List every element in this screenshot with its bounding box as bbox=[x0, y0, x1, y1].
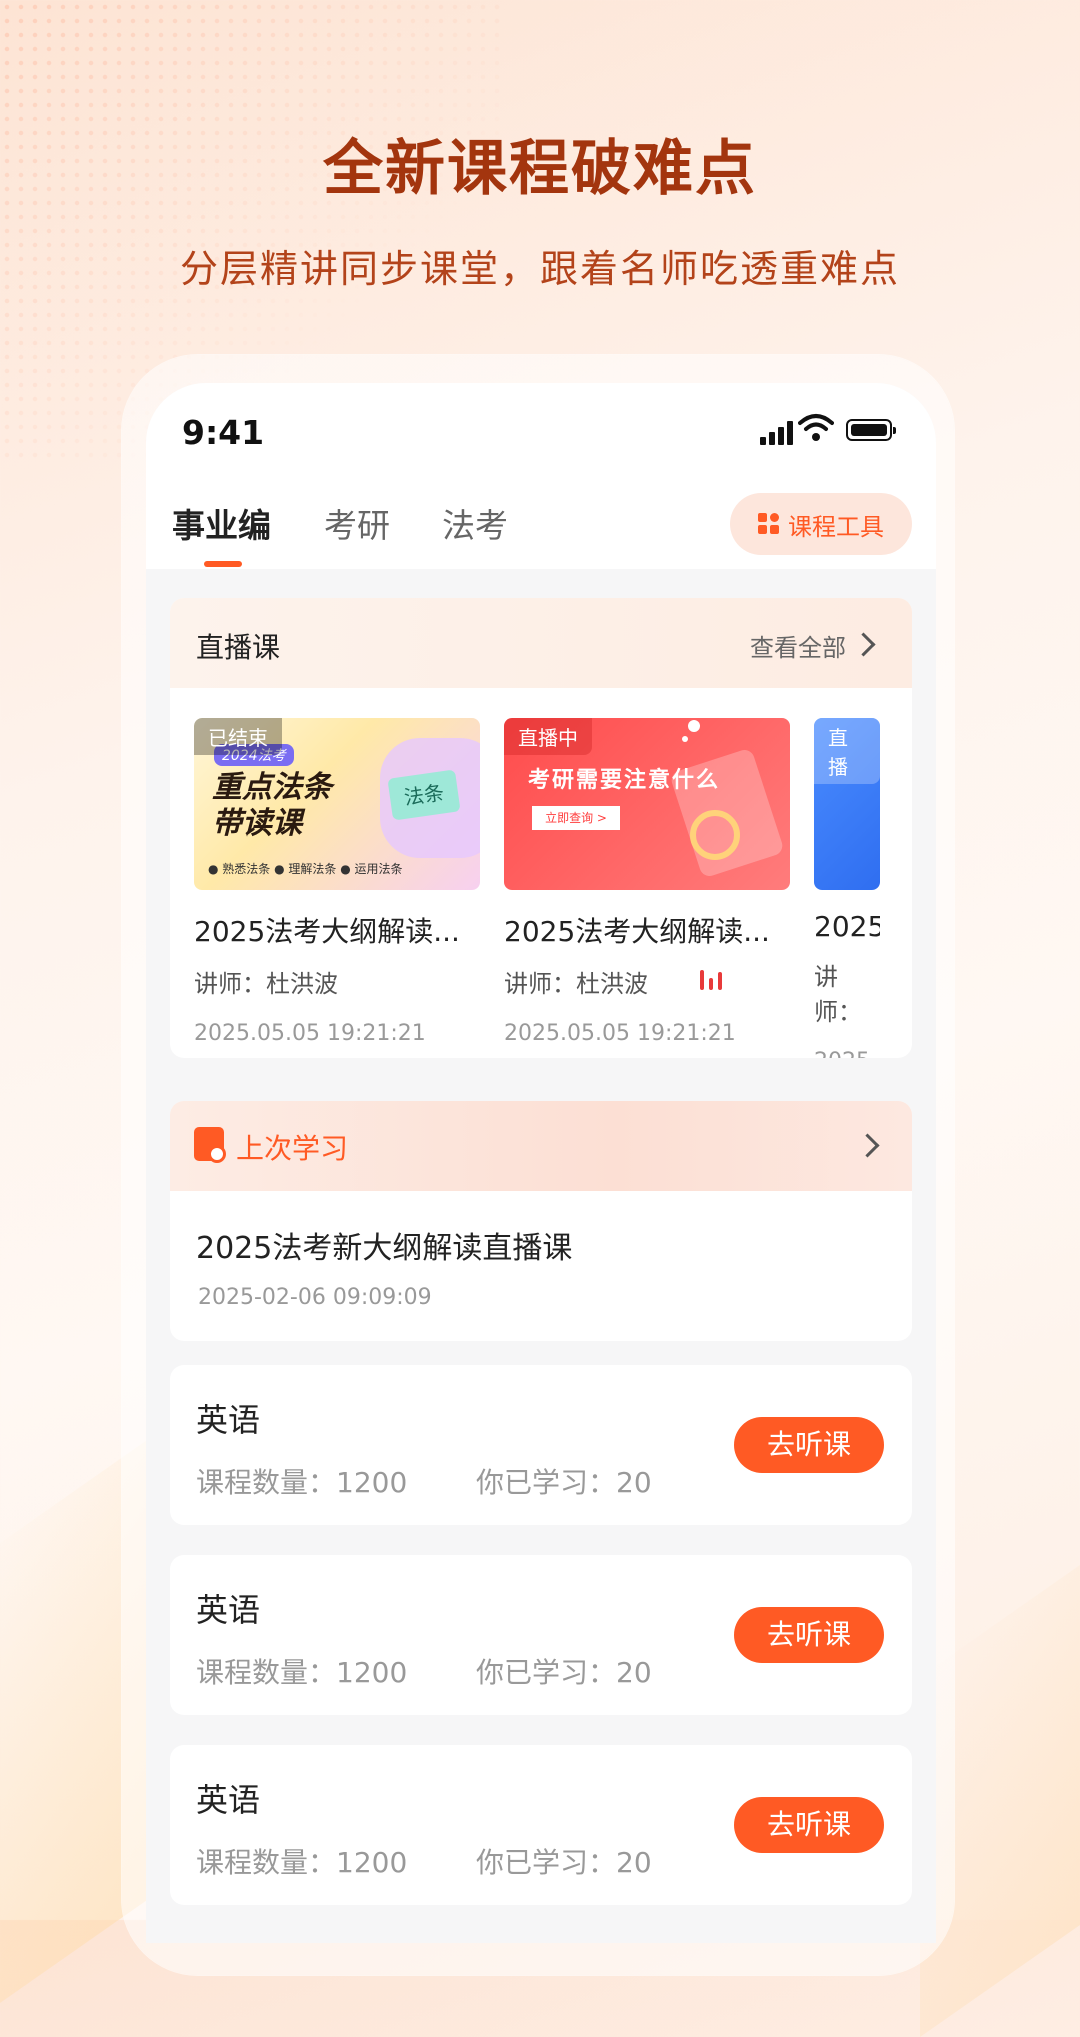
chevron-right-icon[interactable] bbox=[851, 632, 876, 657]
learned-count: 你已学习：20 bbox=[476, 1846, 652, 1879]
study-record-icon bbox=[194, 1127, 226, 1163]
tab-fakao[interactable]: 法考 bbox=[442, 499, 508, 547]
live-course-item[interactable]: 考研需要注意什么 立即查询 > 直播中 2025法考大纲解读... 讲师：杜洪波… bbox=[504, 718, 790, 1046]
last-study-card[interactable]: 上次学习 2025法考新大纲解读直播课 2025-02-06 09:09:09 bbox=[170, 1101, 912, 1341]
course-title: 2025 bbox=[814, 910, 880, 943]
active-tab-indicator bbox=[204, 561, 242, 567]
phone-screen: 9:41 事业编 考研 法考 课程工具 直播课 查看全部 2024法考 重点法条… bbox=[146, 383, 936, 1943]
live-bars-icon bbox=[700, 968, 730, 992]
listen-button[interactable]: 去听课 bbox=[734, 1797, 884, 1853]
last-study-date: 2025-02-06 09:09:09 bbox=[198, 1285, 432, 1310]
hero-subtitle: 分层精讲同步课堂，跟着名师吃透重难点 bbox=[179, 247, 900, 291]
course-teacher: 讲师：杜洪波 bbox=[504, 970, 648, 998]
magnifier-icon bbox=[690, 810, 740, 860]
thumbnail-headline: 考研需要注意什么 bbox=[528, 768, 721, 793]
subject-card: 英语 课程数量：1200 你已学习：20 去听课 bbox=[170, 1555, 912, 1715]
grid-icon bbox=[758, 513, 780, 535]
course-tools-button[interactable]: 课程工具 bbox=[730, 493, 912, 555]
status-badge: 已结束 bbox=[194, 718, 282, 755]
course-thumbnail[interactable]: 考研需要注意什么 立即查询 > 直播中 bbox=[504, 718, 790, 890]
last-study-course: 2025法考新大纲解读直播课 bbox=[196, 1231, 573, 1266]
thumbnail-button: 立即查询 > bbox=[532, 806, 620, 830]
course-teacher-row: 讲师：杜洪波 bbox=[504, 964, 790, 999]
hero-title: 全新课程破难点 bbox=[323, 134, 757, 204]
course-teacher: 讲师： bbox=[814, 963, 862, 1026]
course-tools-label: 课程工具 bbox=[788, 512, 884, 541]
status-time: 9:41 bbox=[182, 413, 265, 452]
course-title: 2025法考大纲解读... bbox=[504, 915, 770, 948]
course-date: 2025. bbox=[814, 1049, 880, 1058]
subject-card: 英语 课程数量：1200 你已学习：20 去听课 bbox=[170, 1745, 912, 1905]
chevron-right-icon[interactable] bbox=[855, 1133, 880, 1158]
course-date: 2025.05.05 19:21:21 bbox=[194, 1021, 426, 1046]
wifi-icon bbox=[798, 414, 834, 441]
live-course-item[interactable]: 直播 2025 讲师： 2025. bbox=[814, 718, 880, 1058]
live-courses-card: 直播课 查看全部 2024法考 重点法条 带读课 法条 ● 熟悉法条 ● 理解法… bbox=[170, 598, 912, 1058]
course-count: 课程数量：1200 bbox=[196, 1466, 408, 1499]
status-badge: 直播 bbox=[814, 718, 880, 784]
status-bar: 9:41 bbox=[146, 383, 936, 483]
live-section-header: 直播课 查看全部 bbox=[170, 598, 912, 688]
last-study-header: 上次学习 bbox=[170, 1101, 912, 1191]
course-title: 2025法考大纲解读... bbox=[194, 915, 460, 948]
last-study-title: 上次学习 bbox=[236, 1132, 349, 1165]
tab-kaoyan[interactable]: 考研 bbox=[324, 499, 390, 547]
course-count: 课程数量：1200 bbox=[196, 1846, 408, 1879]
learned-count: 你已学习：20 bbox=[476, 1656, 652, 1689]
course-thumbnail[interactable]: 直播 bbox=[814, 718, 880, 890]
subject-name: 英语 bbox=[196, 1401, 261, 1439]
thumbnail-headline: 重点法条 带读课 bbox=[212, 770, 332, 841]
battery-icon bbox=[846, 419, 896, 441]
see-all-link[interactable]: 查看全部 bbox=[750, 628, 846, 663]
listen-button[interactable]: 去听课 bbox=[734, 1607, 884, 1663]
signal-icon bbox=[760, 421, 794, 445]
subject-name: 英语 bbox=[196, 1591, 261, 1629]
course-thumbnail[interactable]: 2024法考 重点法条 带读课 法条 ● 熟悉法条 ● 理解法条 ● 运用法条 … bbox=[194, 718, 480, 890]
status-badge: 直播中 bbox=[504, 718, 592, 755]
course-count: 课程数量：1200 bbox=[196, 1656, 408, 1689]
subject-card: 英语 课程数量：1200 你已学习：20 去听课 bbox=[170, 1365, 912, 1525]
learned-count: 你已学习：20 bbox=[476, 1466, 652, 1499]
live-section-title: 直播课 bbox=[196, 631, 281, 664]
subject-name: 英语 bbox=[196, 1781, 261, 1819]
tab-shiyebian[interactable]: 事业编 bbox=[172, 499, 271, 547]
decoration-dot bbox=[682, 736, 688, 742]
course-teacher: 讲师：杜洪波 bbox=[194, 970, 338, 998]
decoration-dot bbox=[688, 720, 700, 732]
listen-button[interactable]: 去听课 bbox=[734, 1417, 884, 1473]
thumbnail-subtitle: ● 熟悉法条 ● 理解法条 ● 运用法条 bbox=[208, 862, 403, 876]
live-course-item[interactable]: 2024法考 重点法条 带读课 法条 ● 熟悉法条 ● 理解法条 ● 运用法条 … bbox=[194, 718, 480, 1046]
course-date: 2025.05.05 19:21:21 bbox=[504, 1021, 736, 1046]
